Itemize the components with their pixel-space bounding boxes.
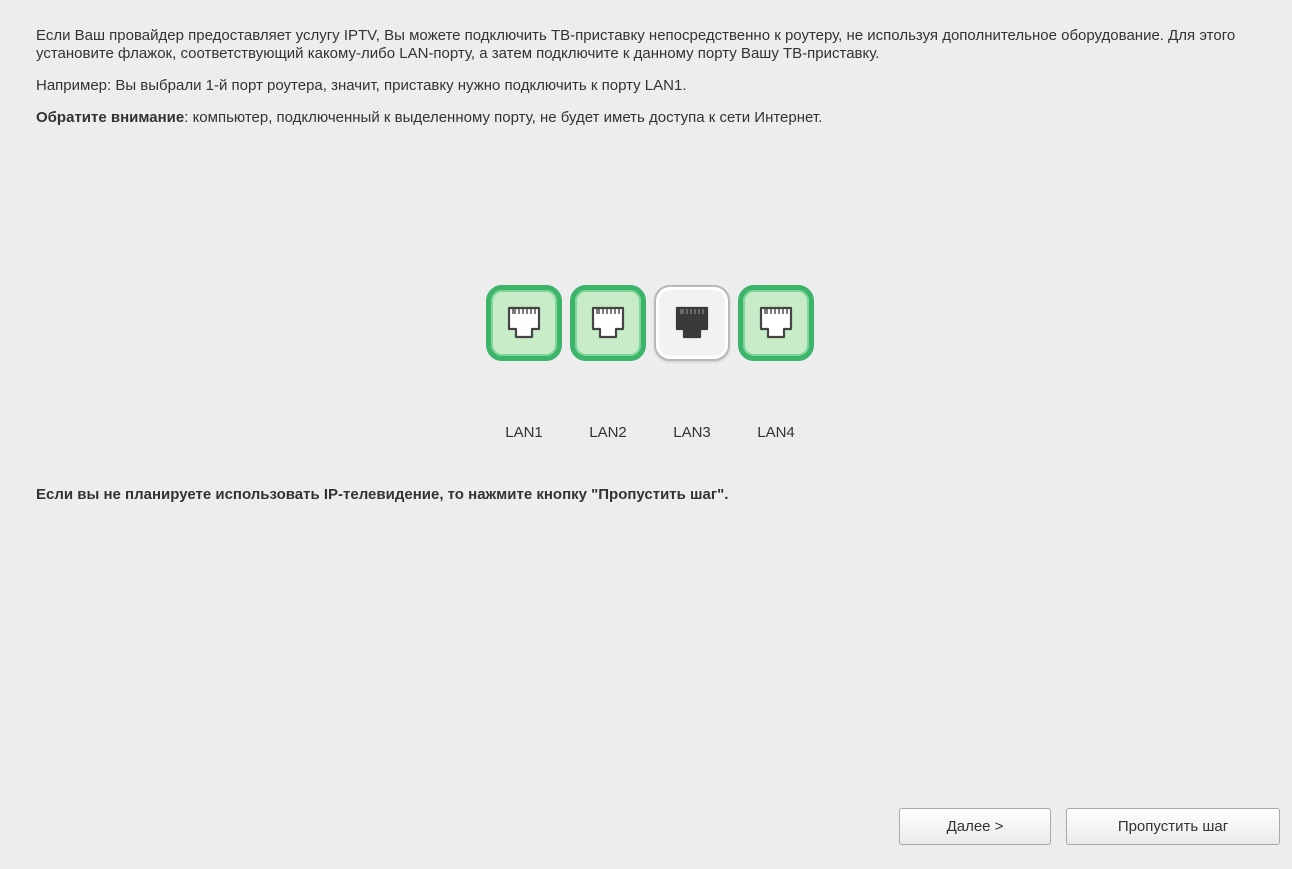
note-body: : компьютер, подключенный к выделенному … (184, 109, 823, 126)
example-text: Например: Вы выбрали 1-й порт роутера, з… (36, 77, 687, 94)
lan1-port-toggle[interactable] (486, 285, 562, 361)
note-text: Обратите внимание: компьютер, подключенн… (36, 109, 1272, 127)
ethernet-port-icon (759, 306, 793, 339)
note-label: Обратите внимание (36, 109, 185, 126)
lan2-port-toggle[interactable] (570, 285, 646, 361)
lan-port-labels: LAN1 LAN2 LAN3 LAN4 (486, 424, 816, 444)
lan3-port-toggle[interactable] (654, 285, 730, 361)
skip-note-text: Если вы не планируете использовать IP-те… (36, 486, 729, 503)
lan2-label: LAN2 (589, 424, 627, 441)
lan4-label: LAN4 (757, 424, 795, 441)
skip-step-button[interactable]: Пропустить шаг (1066, 808, 1280, 845)
lan1-label: LAN1 (505, 424, 543, 441)
next-button[interactable]: Далее > (899, 808, 1051, 845)
intro-text: Если Ваш провайдер предоставляет услугу … (36, 27, 1236, 62)
lan-port-selector (486, 285, 816, 365)
ethernet-port-icon (507, 306, 541, 339)
ethernet-port-icon (675, 306, 709, 339)
ethernet-port-icon (591, 306, 625, 339)
main-content: Если Ваш провайдер предоставляет услугу … (36, 27, 1272, 141)
lan4-port-toggle[interactable] (738, 285, 814, 361)
lan3-label: LAN3 (673, 424, 711, 441)
